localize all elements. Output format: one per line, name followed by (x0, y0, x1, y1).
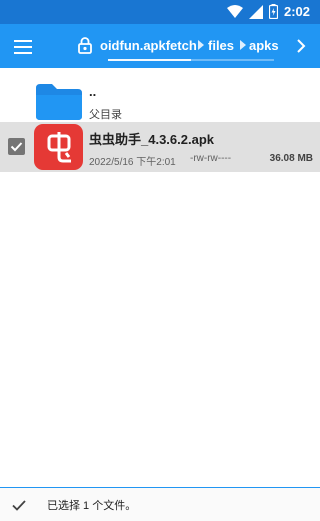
selection-bar: 已选择 1 个文件。 (0, 487, 320, 521)
toolbar: oidfun.apkfetch files apks (0, 24, 320, 68)
breadcrumb-separator-icon (198, 40, 204, 50)
file-date: 2022/5/16 下午2:01 (89, 157, 176, 168)
file-size: 36.08 MB (269, 153, 313, 164)
status-icons: 2:02 (226, 4, 310, 19)
breadcrumb-segment-files[interactable]: files (208, 38, 234, 53)
app-icon (34, 124, 83, 170)
path-scroll-indicator (108, 59, 274, 61)
status-time: 2:02 (283, 4, 310, 19)
app-logo-icon (47, 132, 71, 163)
folder-icon (36, 84, 82, 120)
lock-icon (78, 37, 92, 54)
parent-directory-label: 父目录 (89, 109, 122, 121)
battery-icon (268, 4, 278, 19)
breadcrumb-segment-package[interactable]: oidfun.apkfetch (100, 38, 197, 53)
list-item-apk[interactable]: 虫虫助手_4.3.6.2.apk 2022/5/16 下午2:01 -rw-rw… (0, 122, 320, 172)
breadcrumb: oidfun.apkfetch files apks (74, 24, 284, 68)
check-icon (10, 142, 23, 152)
file-name: 虫虫助手_4.3.6.2.apk (89, 132, 214, 147)
signal-icon (248, 4, 263, 19)
status-bar: 2:02 (0, 0, 320, 24)
hamburger-menu-icon[interactable] (14, 40, 32, 54)
selection-count-text: 已选择 1 个文件。 (47, 500, 137, 512)
chevron-right-icon[interactable] (296, 38, 306, 54)
parent-directory-name: .. (89, 84, 97, 99)
check-icon[interactable] (12, 500, 26, 511)
breadcrumb-separator-icon (240, 40, 246, 50)
selection-checkbox[interactable] (8, 138, 25, 155)
breadcrumb-segment-apks[interactable]: apks (249, 38, 279, 53)
wifi-icon (226, 4, 243, 18)
list-item-parent-directory[interactable]: .. 父目录 (0, 74, 320, 126)
path-scroll-indicator-fill (108, 59, 191, 61)
file-permissions: -rw-rw---- (190, 153, 232, 164)
